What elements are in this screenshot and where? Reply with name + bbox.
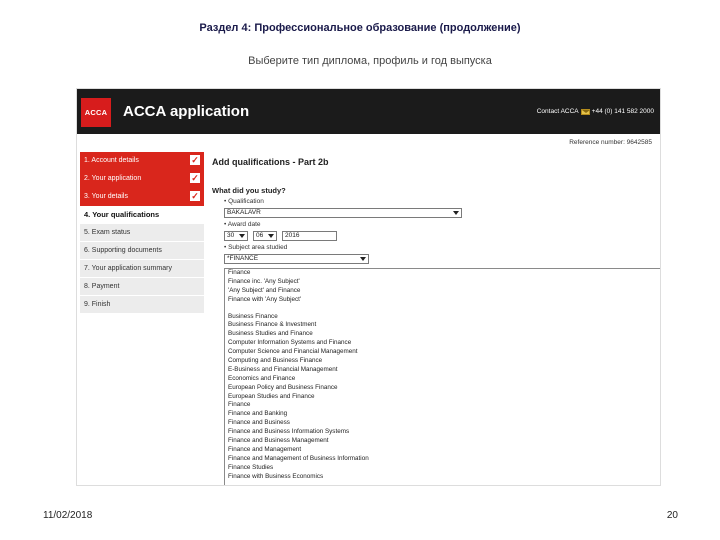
- subject-area-label: • Subject area studied: [224, 244, 288, 251]
- sidebar-item-your-details[interactable]: 3. Your details ✓: [80, 188, 204, 206]
- award-day-value: 30: [227, 232, 235, 239]
- list-item[interactable]: Finance: [225, 269, 660, 278]
- section-heading: What did you study?: [212, 186, 286, 195]
- list-item[interactable]: Computer Science and Financial Managemen…: [225, 348, 660, 357]
- sidebar-item-account-details[interactable]: 1. Account details ✓: [80, 152, 204, 170]
- list-item[interactable]: Economics and Finance: [225, 375, 660, 384]
- qualification-value: BAKALAVR: [227, 209, 261, 216]
- mail-icon[interactable]: [580, 108, 590, 115]
- award-month-select[interactable]: 06: [253, 231, 277, 241]
- award-year-value: 2016: [285, 232, 300, 239]
- award-month-value: 06: [256, 232, 264, 239]
- list-item[interactable]: Computer Information Systems and Finance: [225, 339, 660, 348]
- reference-number: Reference number: 9642585: [569, 139, 652, 146]
- slide-title: Раздел 4: Профессиональное образование (…: [199, 22, 521, 34]
- sidebar-item-label: 9. Finish: [84, 301, 111, 308]
- acca-app-screenshot: ACCA ACCA application Contact ACCA +44 (…: [76, 88, 661, 486]
- list-item[interactable]: Finance and Business Information Systems: [225, 428, 660, 437]
- list-item[interactable]: Business Finance: [225, 313, 660, 322]
- sidebar-item-label: 6. Supporting documents: [84, 247, 162, 254]
- list-item[interactable]: Finance and Banking: [225, 410, 660, 419]
- sidebar-item-payment[interactable]: 8. Payment: [80, 278, 204, 296]
- list-item[interactable]: Finance: [225, 401, 660, 410]
- sidebar-item-your-application[interactable]: 2. Your application ✓: [80, 170, 204, 188]
- list-item[interactable]: Finance and Management of Business Infor…: [225, 455, 660, 464]
- list-item[interactable]: Business Studies and Finance: [225, 330, 660, 339]
- sidebar-item-label: 4. Your qualifications: [84, 210, 160, 219]
- app-title: ACCA application: [123, 103, 250, 120]
- chevron-down-icon: [360, 257, 366, 261]
- slide-date: 11/02/2018: [43, 510, 93, 521]
- list-item[interactable]: 'Any Subject' and Finance: [225, 287, 660, 296]
- check-icon: ✓: [190, 173, 200, 183]
- slide-page-number: 20: [666, 510, 678, 521]
- contact-link[interactable]: Contact ACCA: [537, 108, 579, 115]
- sidebar-item-supporting-documents[interactable]: 6. Supporting documents: [80, 242, 204, 260]
- sidebar-item-exam-status[interactable]: 5. Exam status: [80, 224, 204, 242]
- award-year-input[interactable]: 2016: [282, 231, 337, 241]
- list-item[interactable]: Finance with 'Any Subject': [225, 296, 660, 305]
- award-day-select[interactable]: 30: [224, 231, 248, 241]
- subject-area-select[interactable]: *FINANCE: [224, 254, 369, 264]
- contact-phone: +44 (0) 141 582 2000: [591, 108, 654, 115]
- app-header: ACCA ACCA application Contact ACCA +44 (…: [77, 89, 660, 134]
- sidebar-item-label: 8. Payment: [84, 283, 120, 290]
- slide-subtitle: Выберите тип диплома, профиль и год выпу…: [248, 55, 492, 67]
- list-item[interactable]: Finance inc. 'Any Subject': [225, 278, 660, 287]
- subject-dropdown-list[interactable]: Finance Finance inc. 'Any Subject' 'Any …: [224, 268, 660, 485]
- award-date-label: • Award date: [224, 221, 261, 228]
- list-item[interactable]: Business Finance & Investment: [225, 321, 660, 330]
- chevron-down-icon: [268, 234, 274, 238]
- list-item[interactable]: European Policy and Business Finance: [225, 384, 660, 393]
- contact-info: Contact ACCA +44 (0) 141 582 2000: [537, 108, 654, 115]
- check-icon: ✓: [190, 155, 200, 165]
- list-item[interactable]: Finance Studies: [225, 464, 660, 473]
- acca-logo[interactable]: ACCA: [81, 98, 111, 127]
- sidebar-item-finish[interactable]: 9. Finish: [80, 296, 204, 314]
- list-item[interactable]: European Studies and Finance: [225, 393, 660, 402]
- sidebar-item-label: 5. Exam status: [84, 229, 131, 236]
- list-item[interactable]: E-Business and Financial Management: [225, 366, 660, 375]
- list-item[interactable]: Finance and Management: [225, 446, 660, 455]
- sidebar-item-label: 7. Your application summary: [84, 265, 172, 272]
- page-title: Add qualifications - Part 2b: [212, 157, 329, 167]
- subject-area-value: *FINANCE: [227, 255, 259, 262]
- sidebar-item-label: 2. Your application: [84, 175, 142, 182]
- sidebar-item-your-qualifications[interactable]: 4. Your qualifications: [80, 206, 204, 224]
- list-item[interactable]: Finance with Business Economics: [225, 473, 660, 482]
- qualification-select[interactable]: BAKALAVR: [224, 208, 462, 218]
- chevron-down-icon: [453, 211, 459, 215]
- main-form: Add qualifications - Part 2b What did yo…: [212, 157, 660, 485]
- list-separator: [225, 305, 660, 313]
- list-item[interactable]: Finance and Business Management: [225, 437, 660, 446]
- sidebar-item-application-summary[interactable]: 7. Your application summary: [80, 260, 204, 278]
- chevron-down-icon: [239, 234, 245, 238]
- check-icon: ✓: [190, 191, 200, 201]
- sidebar-item-label: 3. Your details: [84, 193, 128, 200]
- list-item[interactable]: Finance and Business: [225, 419, 660, 428]
- sidebar: 1. Account details ✓ 2. Your application…: [80, 152, 204, 314]
- sidebar-item-label: 1. Account details: [84, 157, 139, 164]
- qualification-label: • Qualification: [224, 198, 264, 205]
- list-item[interactable]: Computing and Business Finance: [225, 357, 660, 366]
